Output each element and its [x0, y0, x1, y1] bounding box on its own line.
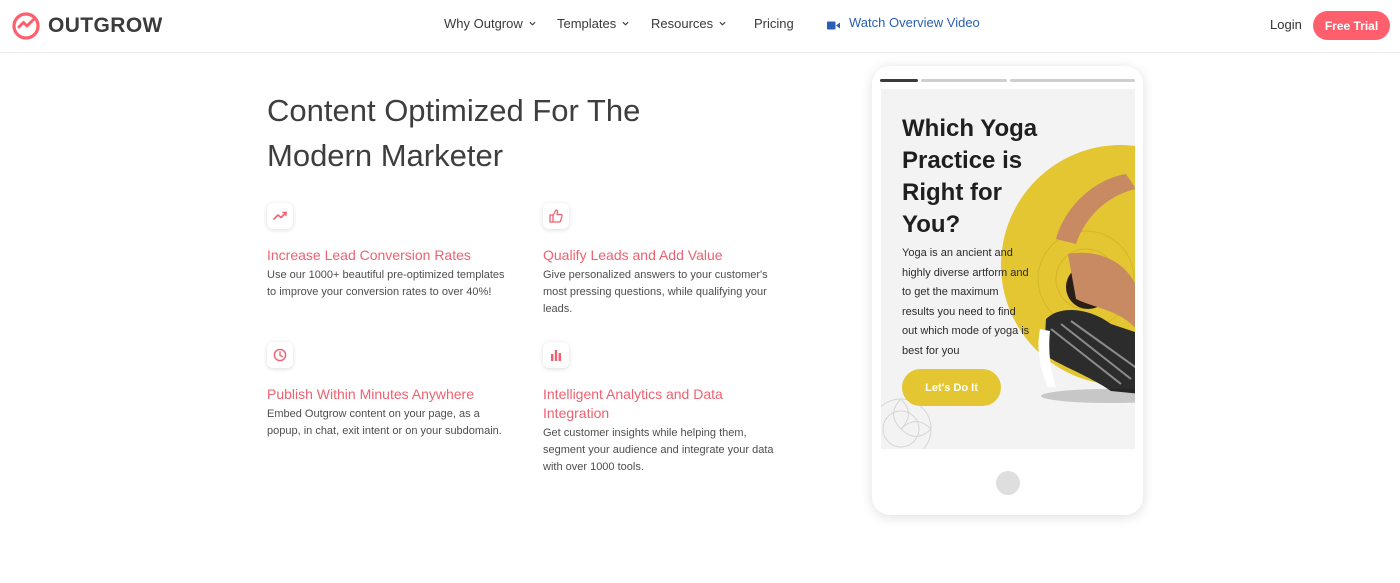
nav-pricing-label: Pricing [754, 16, 794, 31]
thumbs-up-icon [543, 203, 569, 229]
top-navbar: OUTGROW Why Outgrow Templates Resources … [0, 0, 1400, 53]
feature-description: Give personalized answers to your custom… [543, 269, 768, 315]
chevron-down-icon [719, 21, 726, 26]
progress-segment [1010, 79, 1135, 82]
phone-home-button[interactable] [996, 471, 1020, 495]
nav-templates[interactable]: Templates [557, 16, 629, 31]
nav-templates-label: Templates [557, 16, 617, 31]
feature-title: Publish Within Minutes Anywhere [267, 386, 474, 402]
feature-description: Use our 1000+ beautiful pre-optimized te… [267, 269, 505, 298]
chevron-down-icon [529, 21, 536, 26]
watch-video-label: Watch Overview Video [849, 15, 980, 30]
progress-segment [921, 79, 1007, 82]
brand-name: OUTGROW [48, 14, 163, 37]
video-camera-icon [827, 18, 840, 30]
phone-mockup: Which Yoga Practice is Right for You? Yo… [872, 66, 1143, 515]
nav-why-outgrow-label: Why Outgrow [444, 16, 523, 31]
bar-chart-icon [543, 342, 569, 368]
outgrow-logo[interactable]: OUTGROW [11, 10, 163, 42]
feature-title: Intelligent Analytics and Data Integrati… [543, 386, 723, 421]
login-link[interactable]: Login [1270, 17, 1302, 32]
nav-why-outgrow[interactable]: Why Outgrow [444, 16, 536, 31]
heading-line-2: Modern Marketer [267, 138, 504, 173]
quiz-screen: Which Yoga Practice is Right for You? Yo… [881, 89, 1135, 449]
feature-qualify-leads: Qualify Leads and Add Value Give persona… [543, 203, 783, 318]
feature-title: Qualify Leads and Add Value [543, 247, 723, 263]
nav-resources-label: Resources [651, 16, 714, 31]
nav-resources[interactable]: Resources [651, 16, 726, 31]
feature-title: Increase Lead Conversion Rates [267, 247, 471, 263]
feature-analytics: Intelligent Analytics and Data Integrati… [543, 342, 783, 476]
section-heading: Content Optimized For The Modern Markete… [267, 88, 787, 178]
feature-lead-conversion: Increase Lead Conversion Rates Use our 1… [267, 203, 507, 301]
feature-description: Get customer insights while helping them… [543, 427, 774, 473]
feature-publish: Publish Within Minutes Anywhere Embed Ou… [267, 342, 507, 440]
trend-line-icon [267, 203, 293, 229]
quiz-description: Yoga is an ancient and highly diverse ar… [902, 247, 1030, 357]
progress-segment-active [880, 79, 918, 82]
watch-video-link[interactable]: Watch Overview Video [827, 15, 980, 30]
heading-line-1: Content Optimized For The [267, 93, 641, 128]
nav-pricing[interactable]: Pricing [754, 16, 794, 31]
chevron-down-icon [622, 21, 629, 26]
clock-icon [267, 342, 293, 368]
lets-do-it-button[interactable]: Let's Do It [902, 369, 1001, 406]
quiz-progress-bar [880, 79, 1135, 82]
feature-description: Embed Outgrow content on your page, as a… [267, 408, 502, 437]
quiz-title: Which Yoga Practice is Right for You? [902, 115, 1038, 238]
free-trial-button[interactable]: Free Trial [1313, 11, 1390, 40]
outgrow-logo-icon [11, 11, 41, 41]
